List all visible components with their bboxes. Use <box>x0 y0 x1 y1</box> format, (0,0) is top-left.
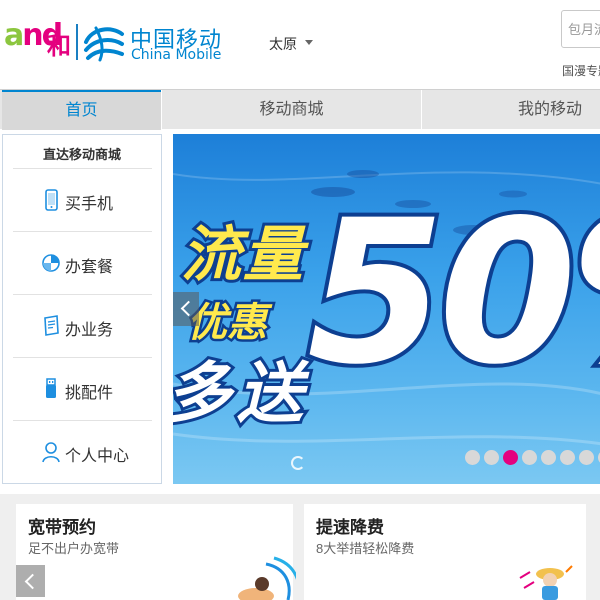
search-input[interactable] <box>561 10 600 48</box>
sidebar-item-business[interactable]: 办业务 <box>13 295 152 357</box>
hot-search-link[interactable]: 国漫专题 <box>562 62 600 79</box>
carousel-dot[interactable] <box>465 450 480 465</box>
sidebar-title: 直达移动商城 <box>42 147 121 162</box>
usb-icon <box>46 378 56 398</box>
broadband-illustration-icon <box>238 556 296 600</box>
user-icon <box>42 442 60 463</box>
package-icon <box>42 254 60 272</box>
promo-banner-carousel[interactable]: 50% 流量 优惠 多送 <box>173 134 600 484</box>
main-nav: 首页 移动商城 我的移动 <box>0 89 600 130</box>
he-brand-logo: 和 <box>47 32 71 60</box>
carousel-indicators <box>465 450 600 465</box>
nav-tab-mall[interactable]: 移动商城 <box>162 90 421 130</box>
card-title: 宽带预约 <box>28 518 96 537</box>
carousel-dot[interactable] <box>484 450 499 465</box>
carousel-dot-active[interactable] <box>503 450 518 465</box>
phone-icon <box>45 189 58 211</box>
chevron-down-icon[interactable] <box>305 40 313 45</box>
mall-shortcut-sidebar: 直达移动商城 买手机 办套餐 办业务 挑配件 个人中心 <box>2 134 162 484</box>
speed-up-illustration-icon <box>519 565 573 600</box>
card-subtitle: 8大举措轻松降费 <box>316 541 415 556</box>
service-card-speed-up[interactable]: 提速降费 8大举措轻松降费 <box>304 504 586 600</box>
banner-big-text: 50% <box>303 177 600 408</box>
service-card-broadband[interactable]: 宽带预约 足不出户办宽带 <box>16 504 296 600</box>
sidebar-item-label: 买手机 <box>65 196 114 213</box>
sidebar-item-label: 办业务 <box>65 322 114 339</box>
document-icon <box>44 315 59 336</box>
nav-tab-my-mobile[interactable]: 我的移动 <box>422 90 600 130</box>
china-mobile-en-name: China Mobile <box>131 47 222 63</box>
city-selector[interactable]: 太原 <box>269 34 297 54</box>
banner-prev-button[interactable] <box>173 292 199 326</box>
banner-headline: 流量 <box>178 217 306 293</box>
carousel-dot[interactable] <box>541 450 556 465</box>
nav-tab-home[interactable]: 首页 <box>2 90 161 130</box>
banner-tagline: 多送 <box>173 352 309 435</box>
china-mobile-logo-icon[interactable] <box>82 20 126 64</box>
sidebar-item-buy-phone[interactable]: 买手机 <box>13 169 152 231</box>
carousel-dot[interactable] <box>522 450 537 465</box>
sidebar-item-package[interactable]: 办套餐 <box>13 232 152 294</box>
carousel-dot[interactable] <box>560 450 575 465</box>
sidebar-item-label: 挑配件 <box>65 385 114 402</box>
carousel-dot[interactable] <box>579 450 594 465</box>
card-subtitle: 足不出户办宽带 <box>28 541 120 556</box>
cards-prev-button[interactable] <box>16 565 45 597</box>
loading-spinner-icon <box>291 456 305 470</box>
card-title: 提速降费 <box>316 518 384 537</box>
sidebar-item-accessories[interactable]: 挑配件 <box>13 358 152 420</box>
sidebar-item-label: 办套餐 <box>65 259 114 276</box>
logo-divider <box>76 24 78 60</box>
sidebar-item-label: 个人中心 <box>65 448 130 465</box>
sidebar-item-personal-center[interactable]: 个人中心 <box>13 421 152 483</box>
header: and 和 中国移动 China Mobile 太原 国漫专题 <box>0 0 600 88</box>
